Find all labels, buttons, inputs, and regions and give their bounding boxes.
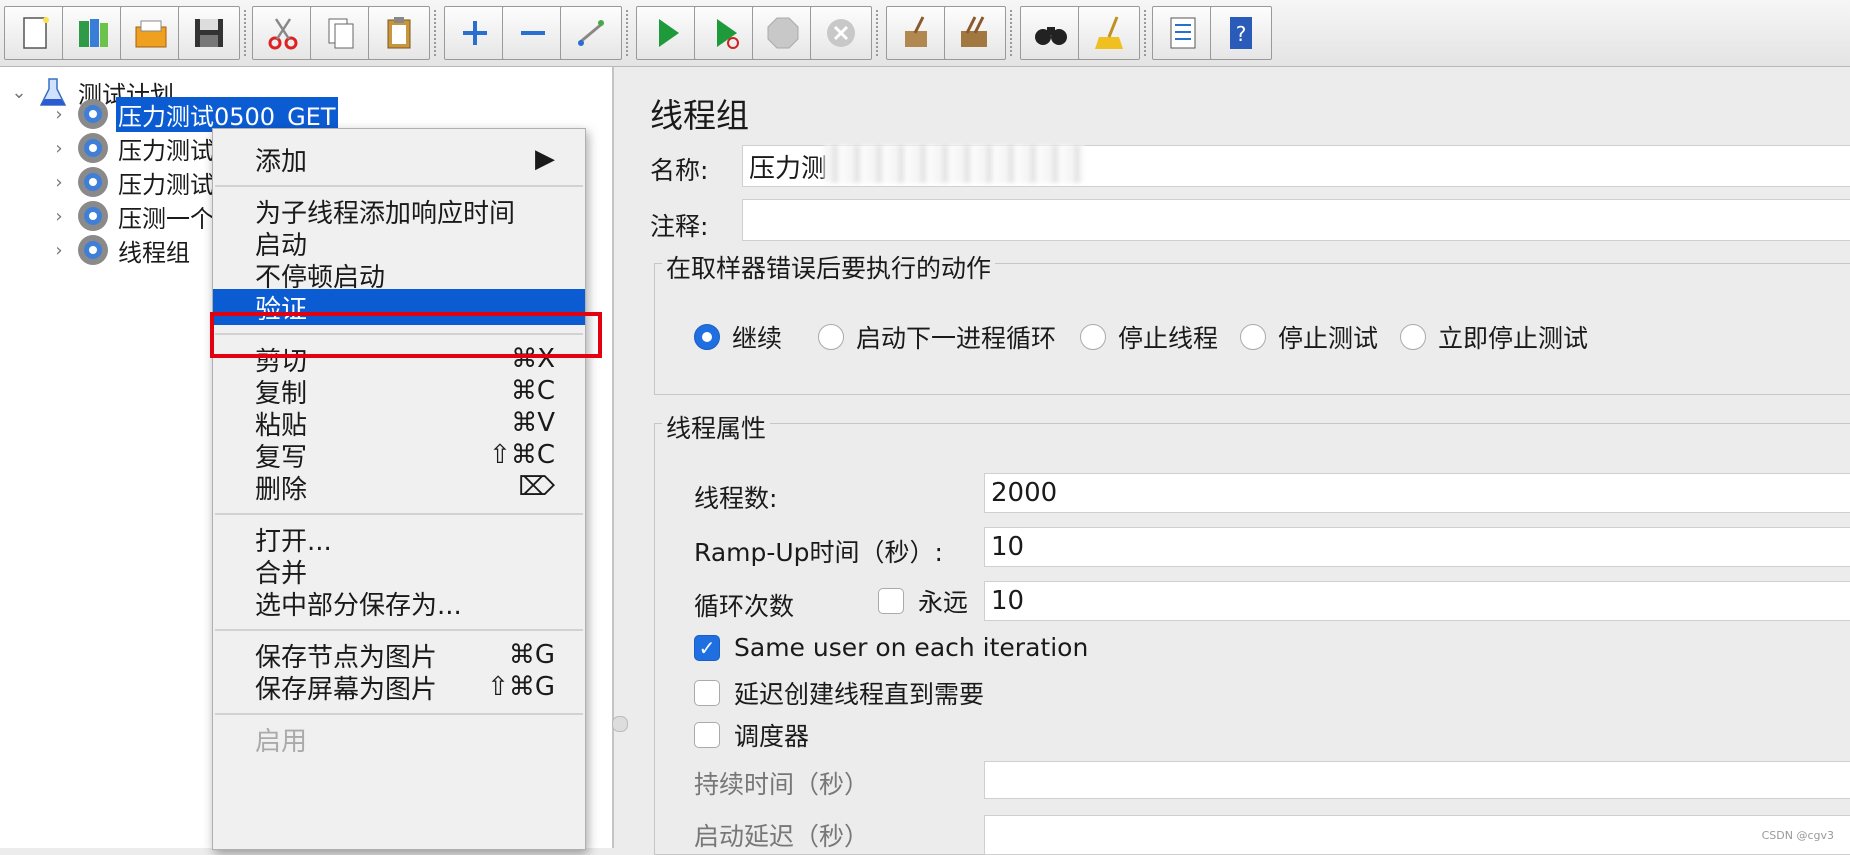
menu-separator — [215, 333, 583, 335]
group-title: 线程属性 — [662, 409, 771, 445]
page-title: 线程组 — [650, 96, 749, 135]
chevron-right-icon[interactable]: › — [48, 138, 70, 159]
startup-delay-field[interactable] — [984, 815, 1850, 855]
checkbox-box — [878, 588, 904, 614]
radio-circle — [694, 324, 720, 350]
menu-item-enable[interactable]: 启用 — [213, 721, 585, 757]
checkbox-box — [694, 722, 720, 748]
loop-count-field[interactable]: 10 — [984, 581, 1850, 621]
radio-circle — [1240, 324, 1266, 350]
shortcut-label: ⌘V — [511, 408, 555, 438]
thread-group-icon — [78, 167, 108, 197]
submenu-arrow-icon: ▶ — [535, 144, 555, 174]
help-icon[interactable]: ? — [1210, 6, 1272, 60]
shortcut-label: ⇧⌘C — [489, 440, 555, 470]
start-icon[interactable] — [636, 6, 698, 60]
open-icon[interactable] — [120, 6, 182, 60]
new-icon[interactable] — [4, 6, 66, 60]
clear-all-icon[interactable] — [944, 6, 1006, 60]
chevron-down-icon[interactable]: ⌄ — [8, 82, 30, 103]
paste-icon[interactable] — [368, 6, 430, 60]
comment-field[interactable] — [742, 199, 1850, 241]
menu-item-add[interactable]: 添加 ▶ — [213, 141, 585, 177]
menu-item-save-selection[interactable]: 选中部分保存为... — [213, 585, 585, 621]
tree-item[interactable]: › 压力测试0500_GET — [48, 96, 338, 132]
loop-label: 循环次数 — [694, 592, 795, 621]
name-label: 名称: — [650, 156, 709, 185]
copy-icon[interactable] — [310, 6, 372, 60]
threads-field[interactable]: 2000 — [984, 473, 1850, 513]
threads-label: 线程数: — [694, 484, 778, 513]
collapse-icon[interactable] — [502, 6, 564, 60]
radio-next-loop[interactable]: 启动下一进程循环 — [818, 319, 1056, 355]
duration-field[interactable] — [984, 761, 1850, 799]
chevron-right-icon[interactable]: › — [48, 172, 70, 193]
duration-label: 持续时间（秒） — [694, 770, 870, 799]
watermark: CSDN @cgv3 — [1761, 829, 1834, 842]
radio-circle — [1400, 324, 1426, 350]
group-title: 在取样器错误后要执行的动作 — [662, 249, 996, 285]
checkbox-box — [694, 680, 720, 706]
forever-checkbox[interactable]: 永远 — [878, 583, 968, 619]
split-pane-handle[interactable] — [612, 716, 628, 732]
menu-separator — [215, 513, 583, 515]
thread-group-icon — [78, 201, 108, 231]
tree-item[interactable]: › 线程组 — [48, 233, 192, 267]
tree-item-label: 压力测试0500_GET — [116, 96, 338, 132]
shortcut-label: ⌘X — [511, 344, 555, 374]
radio-stop-test[interactable]: 停止测试 — [1240, 319, 1378, 355]
svg-text:?: ? — [1236, 22, 1247, 46]
checkmark-icon: ✓ — [694, 634, 720, 661]
menu-separator — [215, 185, 583, 187]
cut-icon[interactable] — [252, 6, 314, 60]
shortcut-label: ⌘C — [510, 376, 555, 406]
save-icon[interactable] — [178, 6, 240, 60]
toolbar: ? — [0, 0, 1850, 67]
toggle-icon[interactable] — [560, 6, 622, 60]
shortcut-label: ⌘G — [508, 640, 555, 670]
radio-continue[interactable]: 继续 — [694, 319, 782, 355]
delete-key-icon: ⌦ — [518, 472, 555, 502]
radio-circle — [818, 324, 844, 350]
menu-item-validate[interactable]: 验证 — [213, 289, 585, 325]
reset-search-icon[interactable] — [1078, 6, 1140, 60]
shutdown-icon[interactable] — [810, 6, 872, 60]
menu-item-save-screen-image[interactable]: 保存屏幕为图片 ⇧⌘G — [213, 669, 585, 705]
comment-label: 注释: — [650, 212, 709, 241]
thread-group-icon — [78, 235, 108, 265]
scheduler-checkbox[interactable]: 调度器 — [694, 717, 809, 753]
thread-group-icon — [78, 133, 108, 163]
clear-icon[interactable] — [886, 6, 948, 60]
rampup-label: Ramp-Up时间（秒）: — [694, 538, 943, 567]
redacted-blur — [824, 145, 1084, 183]
stop-icon[interactable] — [752, 6, 814, 60]
menu-item-delete[interactable]: 删除 ⌦ — [213, 469, 585, 505]
rampup-field[interactable]: 10 — [984, 527, 1850, 567]
function-helper-icon[interactable] — [1152, 6, 1214, 60]
radio-circle — [1080, 324, 1106, 350]
menu-separator — [215, 713, 583, 715]
thread-group-panel: 线程组 名称: 压力测 注释: 在取样器错误后要执行的动作 继续 启动下一进程循… — [628, 67, 1850, 855]
chevron-right-icon[interactable]: › — [48, 104, 70, 125]
search-icon[interactable] — [1020, 6, 1082, 60]
same-user-checkbox[interactable]: ✓ Same user on each iteration — [694, 633, 1088, 662]
start-no-pause-icon[interactable] — [694, 6, 756, 60]
shortcut-label: ⇧⌘G — [487, 672, 555, 702]
thread-group-icon — [78, 99, 108, 129]
chevron-right-icon[interactable]: › — [48, 240, 70, 261]
templates-icon[interactable] — [62, 6, 124, 60]
expand-icon[interactable] — [444, 6, 506, 60]
tree-item-label: 线程组 — [118, 238, 190, 267]
radio-stop-thread[interactable]: 停止线程 — [1080, 319, 1218, 355]
menu-separator — [215, 629, 583, 631]
context-menu: 添加 ▶ 为子线程添加响应时间 启动 不停顿启动 验证 剪切 ⌘X 复制 ⌘C 粘贴 ⌘… — [212, 128, 586, 850]
radio-stop-test-now[interactable]: 立即停止测试 — [1400, 319, 1588, 355]
chevron-right-icon[interactable]: › — [48, 206, 70, 227]
delay-create-checkbox[interactable]: 延迟创建线程直到需要 — [694, 675, 984, 711]
